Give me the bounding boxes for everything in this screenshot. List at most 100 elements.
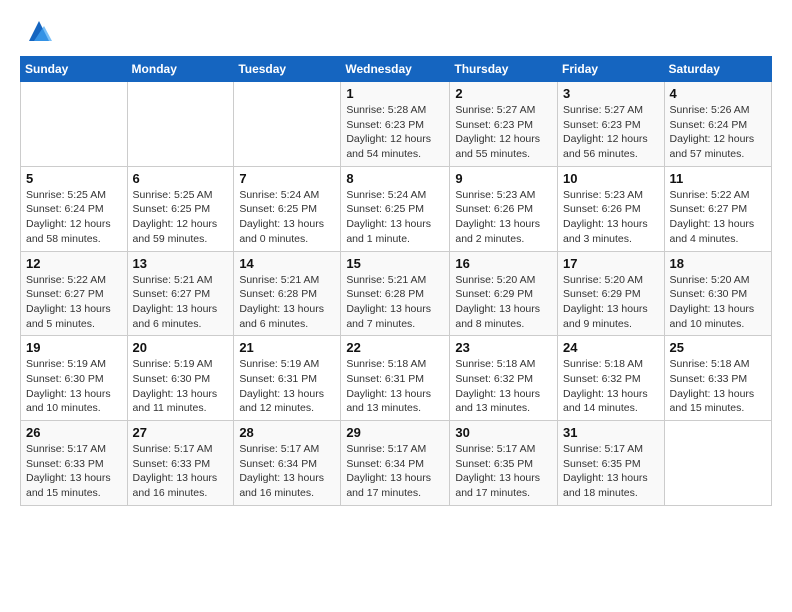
day-info: Sunrise: 5:18 AMSunset: 6:32 PMDaylight:… <box>455 357 552 416</box>
calendar-cell: 3Sunrise: 5:27 AMSunset: 6:23 PMDaylight… <box>558 82 665 167</box>
calendar-cell: 21 Sunrise: 5:19 AMSunset: 6:31 PMDayligh… <box>234 336 341 421</box>
calendar-cell: 12 Sunrise: 5:22 AMSunset: 6:27 PMDayligh… <box>21 251 128 336</box>
calendar-cell: 17Sunrise: 5:20 AMSunset: 6:29 PMDayligh… <box>558 251 665 336</box>
calendar-cell <box>234 82 341 167</box>
day-info: Sunrise: 5:25 AMSunset: 6:24 PMDaylight:… <box>26 188 122 247</box>
day-of-week-header: Thursday <box>450 57 558 82</box>
calendar-cell: 13 Sunrise: 5:21 AMSunset: 6:27 PMDayligh… <box>127 251 234 336</box>
day-number: 12 <box>26 256 122 271</box>
day-info: Sunrise: 5:24 AMSunset: 6:25 PMDaylight:… <box>239 188 335 247</box>
page: SundayMondayTuesdayWednesdayThursdayFrid… <box>0 0 792 516</box>
day-number: 18 <box>670 256 766 271</box>
calendar-cell <box>664 421 771 506</box>
calendar-cell <box>127 82 234 167</box>
day-number: 15 <box>346 256 444 271</box>
calendar-cell: 6 Sunrise: 5:25 AMSunset: 6:25 PMDaylight… <box>127 166 234 251</box>
day-of-week-header: Monday <box>127 57 234 82</box>
calendar-cell: 7 Sunrise: 5:24 AMSunset: 6:25 PMDaylight… <box>234 166 341 251</box>
day-info: Sunrise: 5:18 AMSunset: 6:32 PMDaylight:… <box>563 357 659 416</box>
day-number: 11 <box>670 171 766 186</box>
day-number: 21 <box>239 340 335 355</box>
day-number: 13 <box>133 256 229 271</box>
day-info: Sunrise: 5:18 AMSunset: 6:33 PMDaylight:… <box>670 357 766 416</box>
day-info: Sunrise: 5:19 AMSunset: 6:30 PMDaylight:… <box>133 357 229 416</box>
calendar-cell: 10 Sunrise: 5:23 AMSunset: 6:26 PMDayligh… <box>558 166 665 251</box>
day-number: 30 <box>455 425 552 440</box>
calendar-cell: 5Sunrise: 5:25 AMSunset: 6:24 PMDaylight… <box>21 166 128 251</box>
calendar-cell: 27Sunrise: 5:17 AMSunset: 6:33 PMDayligh… <box>127 421 234 506</box>
calendar-cell: 22 Sunrise: 5:18 AMSunset: 6:31 PMDayligh… <box>341 336 450 421</box>
calendar-cell <box>21 82 128 167</box>
day-of-week-header: Saturday <box>664 57 771 82</box>
day-number: 9 <box>455 171 552 186</box>
day-number: 24 <box>563 340 659 355</box>
calendar-cell: 31 Sunrise: 5:17 AMSunset: 6:35 PMDayligh… <box>558 421 665 506</box>
header <box>20 16 772 46</box>
day-number: 14 <box>239 256 335 271</box>
day-info: Sunrise: 5:25 AMSunset: 6:25 PMDaylight:… <box>133 188 229 247</box>
day-number: 19 <box>26 340 122 355</box>
day-info: Sunrise: 5:17 AMSunset: 6:33 PMDaylight:… <box>26 442 122 501</box>
day-number: 16 <box>455 256 552 271</box>
calendar-cell: 1 Sunrise: 5:28 AMSunset: 6:23 PMDaylight… <box>341 82 450 167</box>
day-of-week-header: Wednesday <box>341 57 450 82</box>
day-number: 3 <box>563 86 659 101</box>
day-info: Sunrise: 5:20 AMSunset: 6:29 PMDaylight:… <box>563 273 659 332</box>
day-info: Sunrise: 5:19 AMSunset: 6:30 PMDaylight:… <box>26 357 122 416</box>
day-info: Sunrise: 5:21 AMSunset: 6:27 PMDaylight:… <box>133 273 229 332</box>
day-info: Sunrise: 5:20 AMSunset: 6:29 PMDaylight:… <box>455 273 552 332</box>
day-number: 4 <box>670 86 766 101</box>
day-number: 22 <box>346 340 444 355</box>
calendar-cell: 18 Sunrise: 5:20 AMSunset: 6:30 PMDayligh… <box>664 251 771 336</box>
logo-icon <box>24 16 54 46</box>
day-info: Sunrise: 5:24 AMSunset: 6:25 PMDaylight:… <box>346 188 444 247</box>
calendar: SundayMondayTuesdayWednesdayThursdayFrid… <box>20 56 772 506</box>
calendar-week-row: 1 Sunrise: 5:28 AMSunset: 6:23 PMDaylight… <box>21 82 772 167</box>
day-info: Sunrise: 5:17 AMSunset: 6:34 PMDaylight:… <box>346 442 444 501</box>
day-number: 2 <box>455 86 552 101</box>
calendar-cell: 11Sunrise: 5:22 AMSunset: 6:27 PMDayligh… <box>664 166 771 251</box>
day-info: Sunrise: 5:21 AMSunset: 6:28 PMDaylight:… <box>346 273 444 332</box>
day-info: Sunrise: 5:22 AMSunset: 6:27 PMDaylight:… <box>26 273 122 332</box>
calendar-cell: 24 Sunrise: 5:18 AMSunset: 6:32 PMDayligh… <box>558 336 665 421</box>
calendar-cell: 23 Sunrise: 5:18 AMSunset: 6:32 PMDayligh… <box>450 336 558 421</box>
day-number: 1 <box>346 86 444 101</box>
calendar-cell: 15 Sunrise: 5:21 AMSunset: 6:28 PMDayligh… <box>341 251 450 336</box>
day-info: Sunrise: 5:18 AMSunset: 6:31 PMDaylight:… <box>346 357 444 416</box>
day-info: Sunrise: 5:17 AMSunset: 6:34 PMDaylight:… <box>239 442 335 501</box>
day-number: 8 <box>346 171 444 186</box>
calendar-cell: 14Sunrise: 5:21 AMSunset: 6:28 PMDayligh… <box>234 251 341 336</box>
calendar-cell: 19 Sunrise: 5:19 AMSunset: 6:30 PMDayligh… <box>21 336 128 421</box>
day-number: 7 <box>239 171 335 186</box>
calendar-cell: 26Sunrise: 5:17 AMSunset: 6:33 PMDayligh… <box>21 421 128 506</box>
day-info: Sunrise: 5:26 AMSunset: 6:24 PMDaylight:… <box>670 103 766 162</box>
day-number: 23 <box>455 340 552 355</box>
calendar-week-row: 19 Sunrise: 5:19 AMSunset: 6:30 PMDayligh… <box>21 336 772 421</box>
day-number: 29 <box>346 425 444 440</box>
day-of-week-header: Sunday <box>21 57 128 82</box>
day-info: Sunrise: 5:20 AMSunset: 6:30 PMDaylight:… <box>670 273 766 332</box>
day-info: Sunrise: 5:19 AMSunset: 6:31 PMDaylight:… <box>239 357 335 416</box>
day-info: Sunrise: 5:28 AMSunset: 6:23 PMDaylight:… <box>346 103 444 162</box>
calendar-cell: 25Sunrise: 5:18 AMSunset: 6:33 PMDayligh… <box>664 336 771 421</box>
calendar-week-row: 12 Sunrise: 5:22 AMSunset: 6:27 PMDayligh… <box>21 251 772 336</box>
calendar-cell: 30Sunrise: 5:17 AMSunset: 6:35 PMDayligh… <box>450 421 558 506</box>
day-number: 10 <box>563 171 659 186</box>
calendar-cell: 2Sunrise: 5:27 AMSunset: 6:23 PMDaylight… <box>450 82 558 167</box>
day-info: Sunrise: 5:17 AMSunset: 6:35 PMDaylight:… <box>563 442 659 501</box>
day-info: Sunrise: 5:17 AMSunset: 6:33 PMDaylight:… <box>133 442 229 501</box>
day-number: 6 <box>133 171 229 186</box>
calendar-cell: 4 Sunrise: 5:26 AMSunset: 6:24 PMDaylight… <box>664 82 771 167</box>
day-number: 31 <box>563 425 659 440</box>
day-info: Sunrise: 5:23 AMSunset: 6:26 PMDaylight:… <box>563 188 659 247</box>
calendar-cell: 8 Sunrise: 5:24 AMSunset: 6:25 PMDaylight… <box>341 166 450 251</box>
calendar-week-row: 26Sunrise: 5:17 AMSunset: 6:33 PMDayligh… <box>21 421 772 506</box>
day-number: 28 <box>239 425 335 440</box>
calendar-cell: 16 Sunrise: 5:20 AMSunset: 6:29 PMDayligh… <box>450 251 558 336</box>
calendar-cell: 9Sunrise: 5:23 AMSunset: 6:26 PMDaylight… <box>450 166 558 251</box>
calendar-cell: 29 Sunrise: 5:17 AMSunset: 6:34 PMDayligh… <box>341 421 450 506</box>
calendar-header-row: SundayMondayTuesdayWednesdayThursdayFrid… <box>21 57 772 82</box>
day-of-week-header: Tuesday <box>234 57 341 82</box>
day-of-week-header: Friday <box>558 57 665 82</box>
calendar-cell: 28 Sunrise: 5:17 AMSunset: 6:34 PMDayligh… <box>234 421 341 506</box>
